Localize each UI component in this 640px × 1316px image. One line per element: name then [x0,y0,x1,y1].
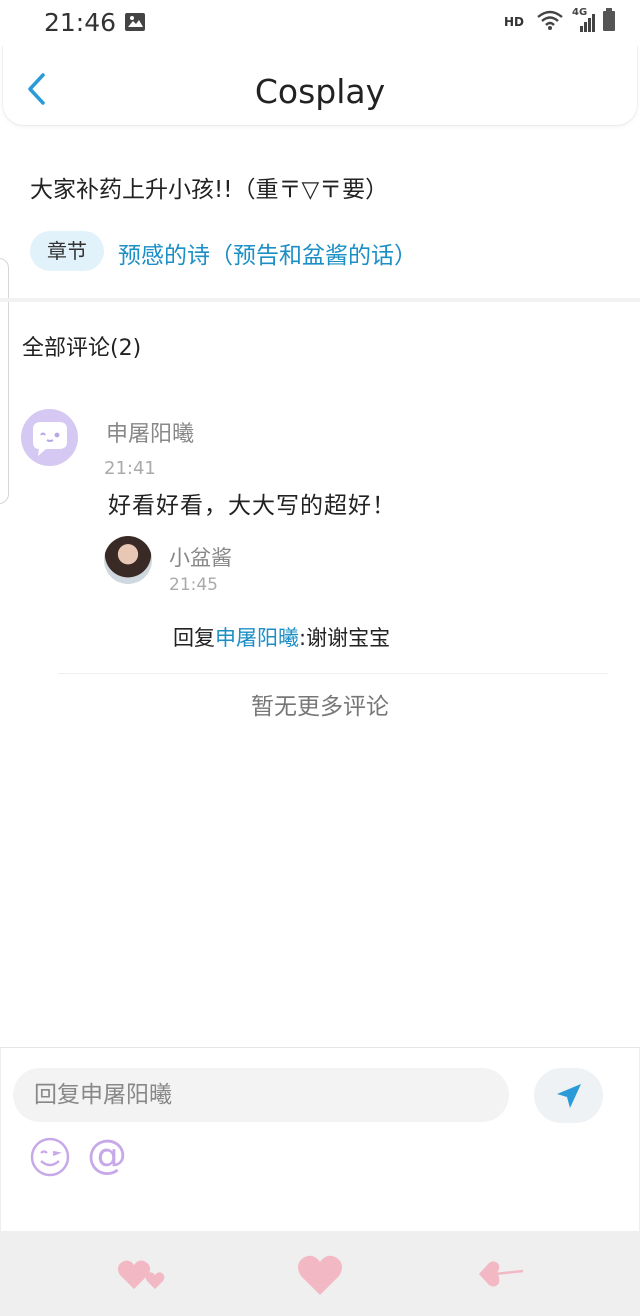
status-icons: HD 4G [503,7,616,36]
post-summary: 大家补药上升小孩!!（重〒▽〒要） [30,177,389,203]
heart-icon[interactable] [296,1253,344,1301]
page-title: Cosplay [254,72,386,111]
no-more-comments: 暂无更多评论 [251,694,389,720]
chapter-link[interactable]: 预感的诗（预告和盆酱的话） [118,236,417,270]
reply-mention[interactable]: 申屠阳曦 [215,626,299,650]
reply-prefix: 回复 [173,626,215,650]
send-button[interactable] [534,1068,603,1123]
cellular-signal-icon: 4G [570,7,596,34]
section-divider [0,298,640,302]
avatar[interactable] [104,536,152,584]
status-time: 21:46 [44,8,117,37]
wifi-icon [536,9,564,35]
side-drawer-handle[interactable] [0,258,9,504]
reply-composer: @ [0,1047,640,1231]
comment-text[interactable]: 好看好看，大大写的超好！ [108,486,396,520]
hd-label: HD [503,15,524,29]
avatar[interactable] [21,409,78,466]
replier-name[interactable]: 小盆酱 [169,542,232,572]
comment-time: 21:41 [104,458,156,479]
reply-input[interactable] [13,1068,509,1122]
chat-bubble-avatar-icon [33,422,67,456]
chapter-tag: 章节 [30,231,104,271]
bottom-nav [0,1231,640,1316]
double-heart-icon[interactable] [117,1257,167,1297]
battery-icon [602,8,616,36]
reply-text[interactable]: 回复申屠阳曦:谢谢宝宝 [173,622,390,652]
comments-title: 全部评论(2) [22,336,142,361]
heart-arrow-icon[interactable] [475,1257,525,1295]
status-bar: 21:46 HD 4G [0,0,640,46]
app-header: Cosplay [2,46,638,126]
reply-time: 21:45 [169,575,218,595]
reply-body: :谢谢宝宝 [299,626,391,650]
mention-at-icon[interactable]: @ [87,1132,127,1178]
send-icon [556,1083,581,1108]
emoji-icon[interactable] [29,1136,71,1178]
list-divider [58,673,608,674]
gallery-notification-icon [124,12,146,36]
commenter-name[interactable]: 申屠阳曦 [106,416,194,448]
